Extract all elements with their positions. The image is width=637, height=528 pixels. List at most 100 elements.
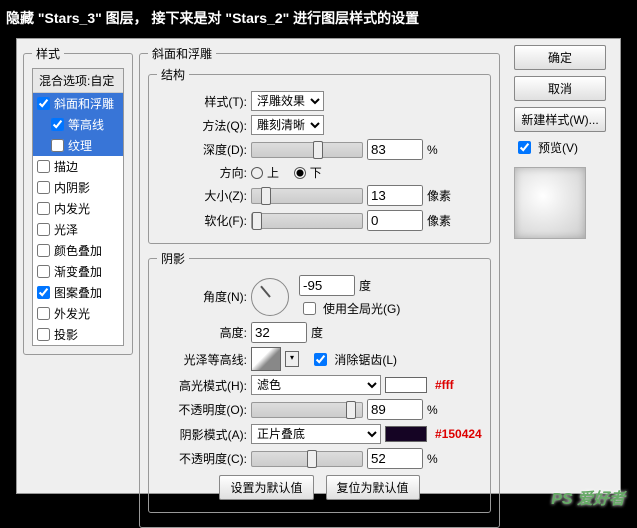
style-item-checkbox[interactable] xyxy=(37,307,50,320)
shadow-opacity-input[interactable] xyxy=(367,448,423,469)
shadow-mode-label: 阴影模式(A): xyxy=(157,426,247,443)
depth-slider[interactable] xyxy=(251,142,363,158)
style-item-label: 描边 xyxy=(54,158,78,175)
structure-legend: 结构 xyxy=(157,66,189,83)
highlight-color-annotation: #fff xyxy=(435,378,454,392)
soften-label: 软化(F): xyxy=(157,212,247,229)
shadow-color-annotation: #150424 xyxy=(435,427,482,441)
gloss-contour-picker[interactable] xyxy=(251,347,281,371)
style-item-label: 图案叠加 xyxy=(54,284,102,301)
altitude-label: 高度: xyxy=(157,324,247,341)
direction-up-label: 上 xyxy=(267,164,279,181)
instruction-caption: 隐藏 "Stars_3" 图层， 接下来是对 "Stars_2" 进行图层样式的… xyxy=(0,0,637,36)
highlight-opacity-input[interactable] xyxy=(367,399,423,420)
pixel-unit: 像素 xyxy=(427,187,451,204)
style-item[interactable]: 纹理 xyxy=(33,135,123,156)
style-item[interactable]: 投影 xyxy=(33,324,123,345)
settings-column: 斜面和浮雕 结构 样式(T): 浮雕效果 方法(Q): 雕刻清晰 深度(D): … xyxy=(133,45,506,487)
depth-label: 深度(D): xyxy=(157,141,247,158)
direction-label: 方向: xyxy=(157,164,247,181)
highlight-opacity-label: 不透明度(O): xyxy=(157,401,247,418)
cancel-button[interactable]: 取消 xyxy=(514,76,606,101)
direction-down-label: 下 xyxy=(310,164,322,181)
ok-button[interactable]: 确定 xyxy=(514,45,606,70)
style-item[interactable]: 光泽 xyxy=(33,219,123,240)
size-slider[interactable] xyxy=(251,188,363,204)
style-item-checkbox[interactable] xyxy=(51,139,64,152)
style-item-checkbox[interactable] xyxy=(37,265,50,278)
pixel-unit: 像素 xyxy=(427,212,451,229)
styles-list: 混合选项:自定 斜面和浮雕等高线纹理描边内阴影内发光光泽颜色叠加渐变叠加图案叠加… xyxy=(32,68,124,346)
degree-unit: 度 xyxy=(311,324,323,341)
style-item-label: 投影 xyxy=(54,326,78,343)
soften-input[interactable] xyxy=(367,210,423,231)
style-item-checkbox[interactable] xyxy=(37,181,50,194)
style-item-label: 颜色叠加 xyxy=(54,242,102,259)
bevel-fieldset: 斜面和浮雕 结构 样式(T): 浮雕效果 方法(Q): 雕刻清晰 深度(D): … xyxy=(139,45,500,528)
antialias-label: 消除锯齿(L) xyxy=(334,351,397,368)
style-item-label: 外发光 xyxy=(54,305,90,322)
highlight-opacity-slider[interactable] xyxy=(251,402,363,418)
buttons-column: 确定 取消 新建样式(W)... 预览(V) xyxy=(506,45,614,487)
antialias-checkbox[interactable] xyxy=(314,353,327,366)
degree-unit: 度 xyxy=(359,277,371,294)
style-item-checkbox[interactable] xyxy=(37,286,50,299)
style-item-checkbox[interactable] xyxy=(37,202,50,215)
style-item-checkbox[interactable] xyxy=(51,118,64,131)
styles-legend: 样式 xyxy=(32,45,64,62)
style-item[interactable]: 颜色叠加 xyxy=(33,240,123,261)
shading-fieldset: 阴影 角度(N): 度 使用全局光(G) xyxy=(148,250,491,513)
style-item-checkbox[interactable] xyxy=(37,223,50,236)
blending-options-item[interactable]: 混合选项:自定 xyxy=(33,69,123,93)
style-label: 样式(T): xyxy=(157,93,247,110)
style-item-label: 斜面和浮雕 xyxy=(54,95,114,112)
style-item-label: 纹理 xyxy=(68,137,92,154)
shadow-color-swatch[interactable] xyxy=(385,426,427,442)
styles-fieldset: 样式 混合选项:自定 斜面和浮雕等高线纹理描边内阴影内发光光泽颜色叠加渐变叠加图… xyxy=(23,45,133,355)
bevel-legend: 斜面和浮雕 xyxy=(148,45,216,62)
style-item[interactable]: 图案叠加 xyxy=(33,282,123,303)
style-select[interactable]: 浮雕效果 xyxy=(251,91,324,111)
size-input[interactable] xyxy=(367,185,423,206)
style-item[interactable]: 渐变叠加 xyxy=(33,261,123,282)
style-item[interactable]: 描边 xyxy=(33,156,123,177)
style-item[interactable]: 内阴影 xyxy=(33,177,123,198)
soften-slider[interactable] xyxy=(251,213,363,229)
global-light-checkbox[interactable] xyxy=(303,302,316,315)
style-item-label: 内阴影 xyxy=(54,179,90,196)
shadow-opacity-label: 不透明度(C): xyxy=(157,450,247,467)
altitude-input[interactable] xyxy=(251,322,307,343)
shadow-mode-select[interactable]: 正片叠底 xyxy=(251,424,381,444)
direction-up-radio[interactable] xyxy=(251,167,263,179)
reset-default-button[interactable]: 复位为默认值 xyxy=(326,475,420,500)
preview-checkbox[interactable] xyxy=(518,141,531,154)
style-item[interactable]: 斜面和浮雕 xyxy=(33,93,123,114)
global-light-label: 使用全局光(G) xyxy=(323,300,400,317)
technique-select[interactable]: 雕刻清晰 xyxy=(251,115,324,135)
shadow-opacity-slider[interactable] xyxy=(251,451,363,467)
style-item-checkbox[interactable] xyxy=(37,160,50,173)
style-item-checkbox[interactable] xyxy=(37,328,50,341)
style-item[interactable]: 内发光 xyxy=(33,198,123,219)
style-item-checkbox[interactable] xyxy=(37,97,50,110)
style-item-checkbox[interactable] xyxy=(37,244,50,257)
make-default-button[interactable]: 设置为默认值 xyxy=(219,475,313,500)
angle-input[interactable] xyxy=(299,275,355,296)
angle-dial[interactable] xyxy=(251,278,289,316)
styles-column: 样式 混合选项:自定 斜面和浮雕等高线纹理描边内阴影内发光光泽颜色叠加渐变叠加图… xyxy=(23,45,133,487)
depth-input[interactable] xyxy=(367,139,423,160)
style-item-label: 渐变叠加 xyxy=(54,263,102,280)
percent-unit: % xyxy=(427,403,438,417)
new-style-button[interactable]: 新建样式(W)... xyxy=(514,107,606,132)
layer-style-dialog: 样式 混合选项:自定 斜面和浮雕等高线纹理描边内阴影内发光光泽颜色叠加渐变叠加图… xyxy=(16,38,621,494)
chevron-down-icon[interactable]: ▾ xyxy=(285,351,299,367)
style-item-label: 等高线 xyxy=(68,116,104,133)
size-label: 大小(Z): xyxy=(157,187,247,204)
direction-down-radio[interactable] xyxy=(294,167,306,179)
style-item[interactable]: 等高线 xyxy=(33,114,123,135)
style-item[interactable]: 外发光 xyxy=(33,303,123,324)
highlight-color-swatch[interactable] xyxy=(385,377,427,393)
highlight-mode-select[interactable]: 滤色 xyxy=(251,375,381,395)
shading-legend: 阴影 xyxy=(157,250,189,267)
technique-label: 方法(Q): xyxy=(157,117,247,134)
